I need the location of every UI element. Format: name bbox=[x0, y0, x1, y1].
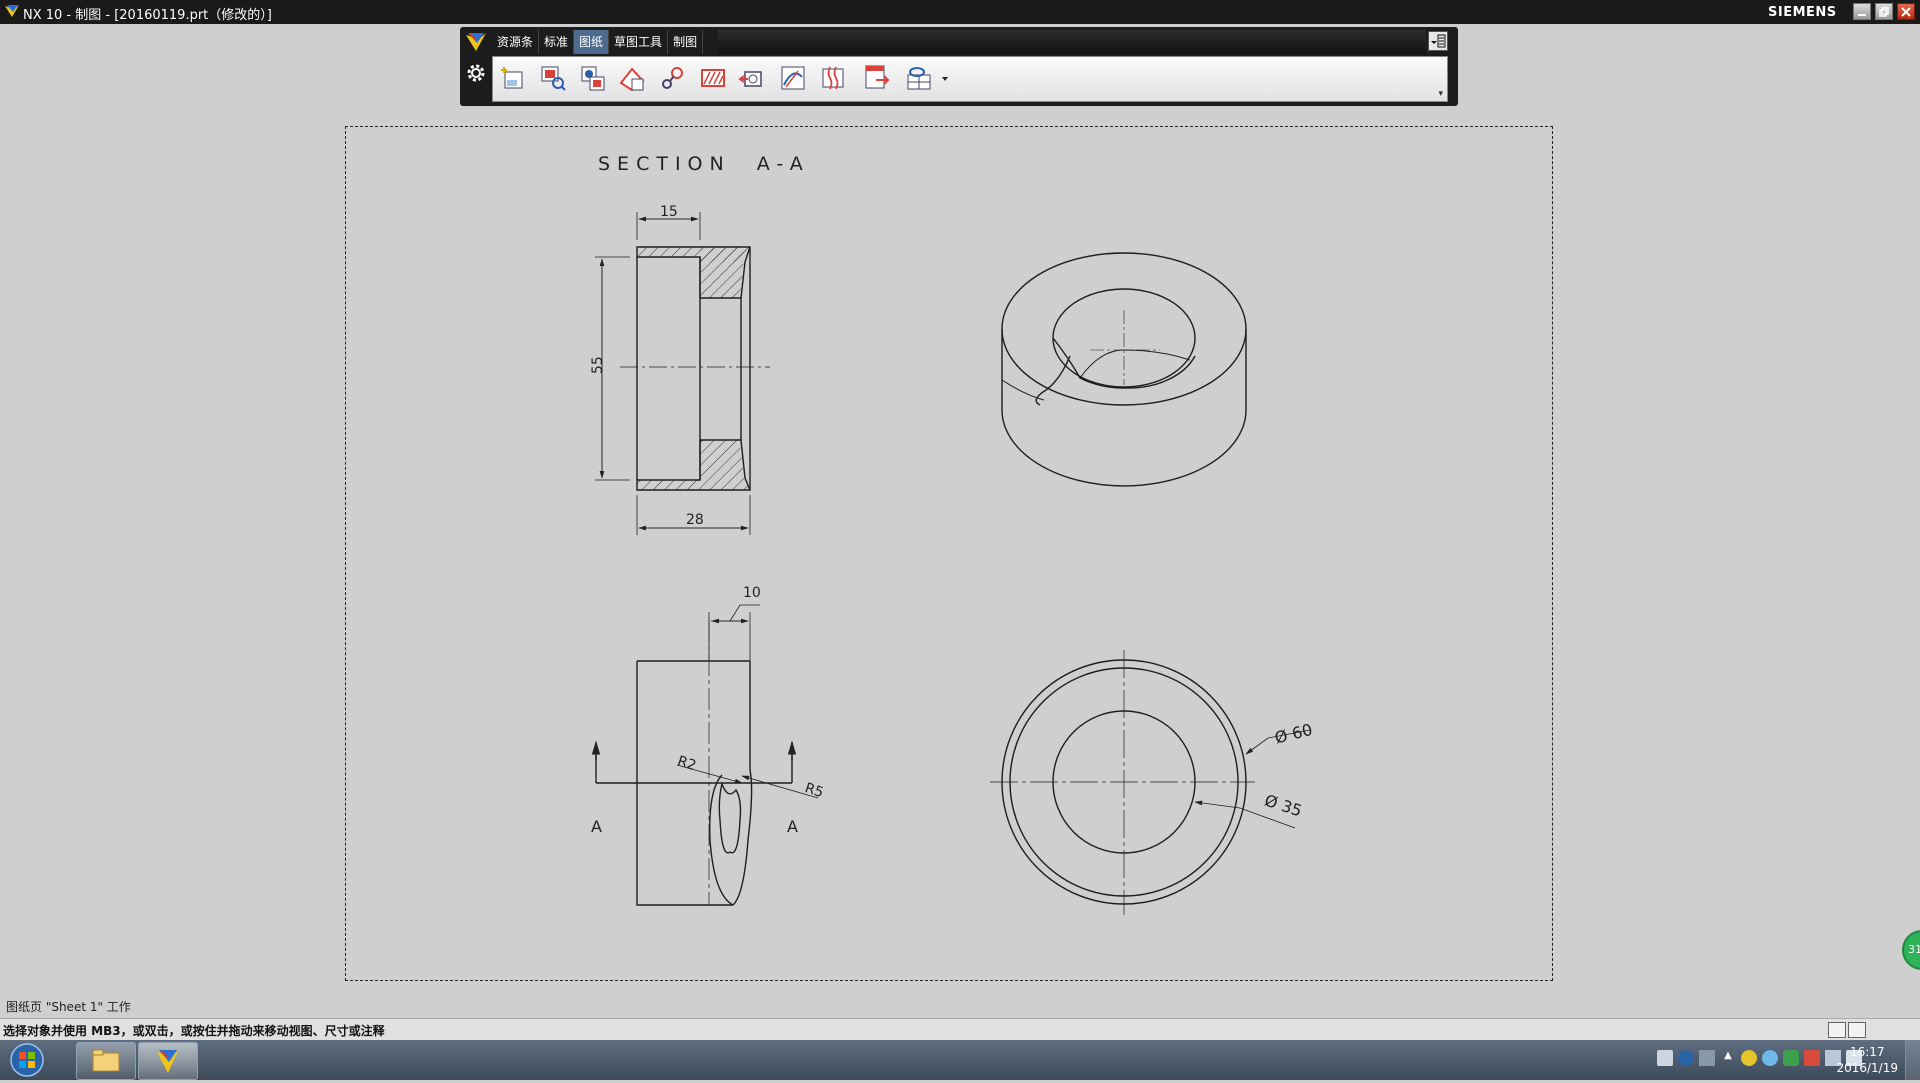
nx-logo-icon[interactable] bbox=[464, 30, 488, 54]
half-section-button[interactable] bbox=[738, 63, 768, 93]
status-window-icon[interactable] bbox=[1848, 1022, 1866, 1038]
section-line-icon bbox=[662, 67, 683, 89]
projected-view-icon bbox=[581, 66, 605, 91]
siemens-logo: SIEMENS bbox=[1768, 5, 1837, 20]
help-icon[interactable] bbox=[1678, 1050, 1694, 1066]
detail-view-icon bbox=[619, 67, 645, 92]
restore-icon bbox=[1879, 7, 1889, 17]
section-view-button[interactable] bbox=[698, 63, 728, 93]
ribbon-more-icon[interactable]: ▾ bbox=[1438, 89, 1443, 99]
break-view-icon bbox=[822, 66, 844, 90]
tab-drawing-sheet[interactable]: 图纸 bbox=[574, 30, 610, 54]
system-tray: ▲ bbox=[1657, 1050, 1862, 1070]
ribbon-toolbar: 资源条 标准 图纸 草图工具 制图 ▾ bbox=[460, 27, 1458, 106]
status-toggle-icon[interactable] bbox=[1828, 1022, 1846, 1038]
action-center-flag-icon[interactable] bbox=[1804, 1050, 1820, 1066]
detail-view-button[interactable] bbox=[618, 63, 648, 93]
half-section-icon bbox=[738, 71, 762, 87]
break-view-button[interactable] bbox=[818, 63, 848, 93]
view-display-button[interactable] bbox=[905, 63, 935, 93]
base-view-button[interactable] bbox=[538, 63, 568, 93]
drawing-sheet-border bbox=[345, 126, 1553, 981]
ribbon-tabs: 资源条 标准 图纸 草图工具 制图 bbox=[492, 30, 704, 54]
title-bar: NX 10 - 制图 - [20160119.prt（修改的）] SIEMENS bbox=[0, 0, 1920, 24]
new-sheet-icon bbox=[501, 67, 523, 89]
shield-icon[interactable] bbox=[1783, 1050, 1799, 1066]
tray-expand-icon[interactable]: ▲ bbox=[1720, 1050, 1736, 1066]
security-plus-icon[interactable] bbox=[1741, 1050, 1757, 1066]
sheet-status-text: 图纸页 "Sheet 1" 工作 bbox=[6, 1000, 131, 1014]
view-display-dropdown-icon[interactable] bbox=[941, 75, 949, 83]
section-view-label[interactable]: SECTION A-A bbox=[598, 153, 810, 175]
minimize-button[interactable] bbox=[1853, 3, 1871, 20]
prompt-message: 选择对象并使用 MB3，或双击，或按住并拖动来移动视图、尺寸或注释 bbox=[3, 1024, 385, 1038]
close-icon bbox=[1901, 7, 1911, 17]
ribbon-options-button[interactable] bbox=[1428, 31, 1448, 51]
nx-app-icon bbox=[157, 1049, 179, 1073]
window-title: NX 10 - 制图 - [20160119.prt（修改的）] bbox=[23, 8, 272, 23]
explorer-taskbar-button[interactable] bbox=[76, 1042, 136, 1080]
tab-drafting[interactable]: 制图 bbox=[668, 30, 704, 54]
menu-list-icon bbox=[1431, 34, 1446, 48]
tab-bar-background bbox=[718, 30, 1426, 54]
network-share-icon[interactable] bbox=[1699, 1050, 1715, 1066]
system-clock[interactable]: 16:17 2016/1/19 bbox=[1836, 1044, 1898, 1076]
update-views-button[interactable] bbox=[862, 63, 892, 93]
view-display-icon bbox=[907, 67, 931, 90]
projected-view-button[interactable] bbox=[578, 63, 608, 93]
prompt-bar: 选择对象并使用 MB3，或双击，或按住并拖动来移动视图、尺寸或注释 bbox=[0, 1018, 1920, 1041]
update-views-icon bbox=[865, 65, 890, 89]
close-button[interactable] bbox=[1897, 3, 1915, 20]
tab-resource-bar[interactable]: 资源条 bbox=[492, 30, 540, 54]
minimize-icon bbox=[1858, 14, 1866, 16]
drawing-tools-group: ▾ bbox=[492, 56, 1448, 102]
nx-taskbar-button[interactable] bbox=[138, 1042, 198, 1080]
restore-button[interactable] bbox=[1875, 3, 1893, 20]
keyboard-icon[interactable] bbox=[1657, 1050, 1673, 1066]
section-view-icon bbox=[701, 69, 725, 87]
revolved-section-button[interactable] bbox=[778, 63, 808, 93]
cloud-icon[interactable] bbox=[1762, 1050, 1778, 1066]
section-line-button[interactable] bbox=[658, 63, 688, 93]
show-desktop-button[interactable] bbox=[1905, 1040, 1920, 1080]
base-view-icon bbox=[541, 66, 566, 91]
folder-icon bbox=[92, 1049, 120, 1072]
start-button[interactable] bbox=[4, 1042, 50, 1078]
tab-standard[interactable]: 标准 bbox=[539, 30, 575, 54]
nx-app-icon[interactable] bbox=[4, 3, 20, 19]
floating-assistant-badge[interactable]: 31 bbox=[1902, 930, 1920, 970]
clock-date: 2016/1/19 bbox=[1836, 1061, 1898, 1075]
revolved-section-icon bbox=[781, 66, 805, 90]
new-sheet-button[interactable] bbox=[498, 63, 528, 93]
gear-icon[interactable] bbox=[464, 61, 488, 85]
tab-sketch-tools[interactable]: 草图工具 bbox=[609, 30, 669, 54]
clock-time: 16:17 bbox=[1849, 1045, 1885, 1059]
windows-taskbar: ▲ 16:17 2016/1/19 bbox=[0, 1040, 1920, 1080]
